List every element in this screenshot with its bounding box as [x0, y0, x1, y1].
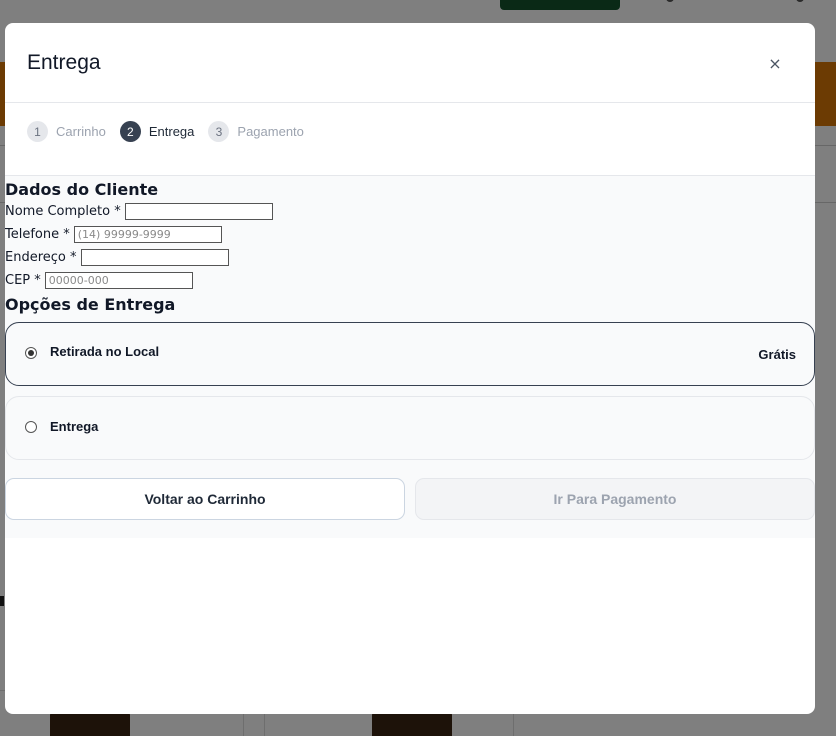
- cep-row: CEP *: [5, 269, 815, 292]
- close-icon: ×: [768, 53, 782, 73]
- cep-input[interactable]: [44, 272, 193, 289]
- name-label: Nome Completo *: [5, 204, 121, 219]
- step-number: 1: [27, 121, 48, 142]
- modal-title: Entrega: [27, 50, 101, 74]
- option-price: Grátis: [758, 347, 796, 362]
- step-entrega[interactable]: 2 Entrega: [119, 121, 195, 142]
- option-label: Retirada no Local: [50, 344, 160, 359]
- step-carrinho[interactable]: 1 Carrinho: [27, 121, 106, 142]
- name-input[interactable]: [124, 203, 273, 220]
- close-button[interactable]: ×: [765, 53, 785, 73]
- step-pagamento[interactable]: 3 Pagamento: [208, 121, 304, 142]
- delivery-section-title: Opções de Entrega: [5, 295, 176, 314]
- address-row: Endereço *: [5, 246, 815, 269]
- step-number: 3: [208, 121, 230, 142]
- step-label: Entrega: [148, 124, 195, 139]
- cep-label: CEP *: [5, 273, 41, 288]
- go-to-payment-button[interactable]: Ir Para Pagamento: [415, 478, 815, 520]
- radio-unselected-icon[interactable]: [25, 421, 37, 433]
- back-to-cart-button[interactable]: Voltar ao Carrinho: [5, 478, 405, 520]
- option-label: Entrega: [50, 419, 99, 434]
- checkout-stepper: 1 Carrinho 2 Entrega 3 Pagamento: [5, 103, 815, 176]
- radio-selected-icon[interactable]: [25, 347, 37, 359]
- step-number: 2: [119, 121, 141, 142]
- option-retirada-no-local[interactable]: Retirada no Local Grátis: [5, 322, 815, 386]
- phone-input[interactable]: [73, 226, 222, 243]
- modal-header: Entrega: [5, 23, 815, 103]
- option-entrega[interactable]: Entrega: [5, 396, 815, 460]
- phone-row: Telefone *: [5, 223, 815, 246]
- customer-section-title: Dados do Cliente: [5, 180, 159, 199]
- step-label: Carrinho: [56, 124, 106, 139]
- name-row: Nome Completo *: [5, 200, 815, 223]
- address-input[interactable]: [80, 249, 229, 266]
- address-label: Endereço *: [5, 250, 77, 265]
- phone-label: Telefone *: [5, 227, 70, 242]
- delivery-form: Dados do Cliente Nome Completo * Telefon…: [5, 176, 815, 538]
- radio-dot: [28, 350, 34, 356]
- step-label: Pagamento: [237, 124, 304, 139]
- delivery-modal: Entrega × 1 Carrinho 2 Entrega 3 Pagamen…: [5, 23, 815, 714]
